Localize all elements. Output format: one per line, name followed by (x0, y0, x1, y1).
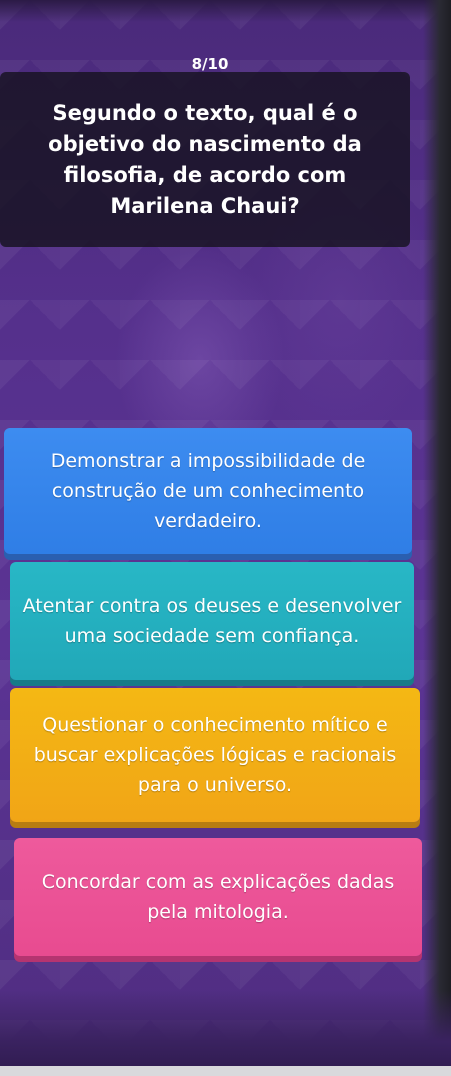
bottom-strip (0, 1066, 451, 1076)
answer-option-4[interactable]: Concordar com as explicações dadas pela … (14, 838, 422, 956)
answer-option-label: Questionar o conhecimento mítico e busca… (33, 714, 397, 796)
answer-option-label: Atentar contra os deuses e desenvolver u… (22, 595, 402, 647)
bottom-bar (0, 990, 451, 1076)
answer-option-label: Demonstrar a impossibilidade de construç… (50, 450, 366, 532)
answer-option-2[interactable]: Atentar contra os deuses e desenvolver u… (10, 562, 414, 680)
answer-option-label: Concordar com as explicações dadas pela … (41, 871, 395, 923)
answer-options: Demonstrar a impossibilidade de construç… (0, 0, 451, 1076)
answer-option-1[interactable]: Demonstrar a impossibilidade de construç… (4, 428, 412, 554)
answer-option-3[interactable]: Questionar o conhecimento mítico e busca… (10, 688, 420, 822)
